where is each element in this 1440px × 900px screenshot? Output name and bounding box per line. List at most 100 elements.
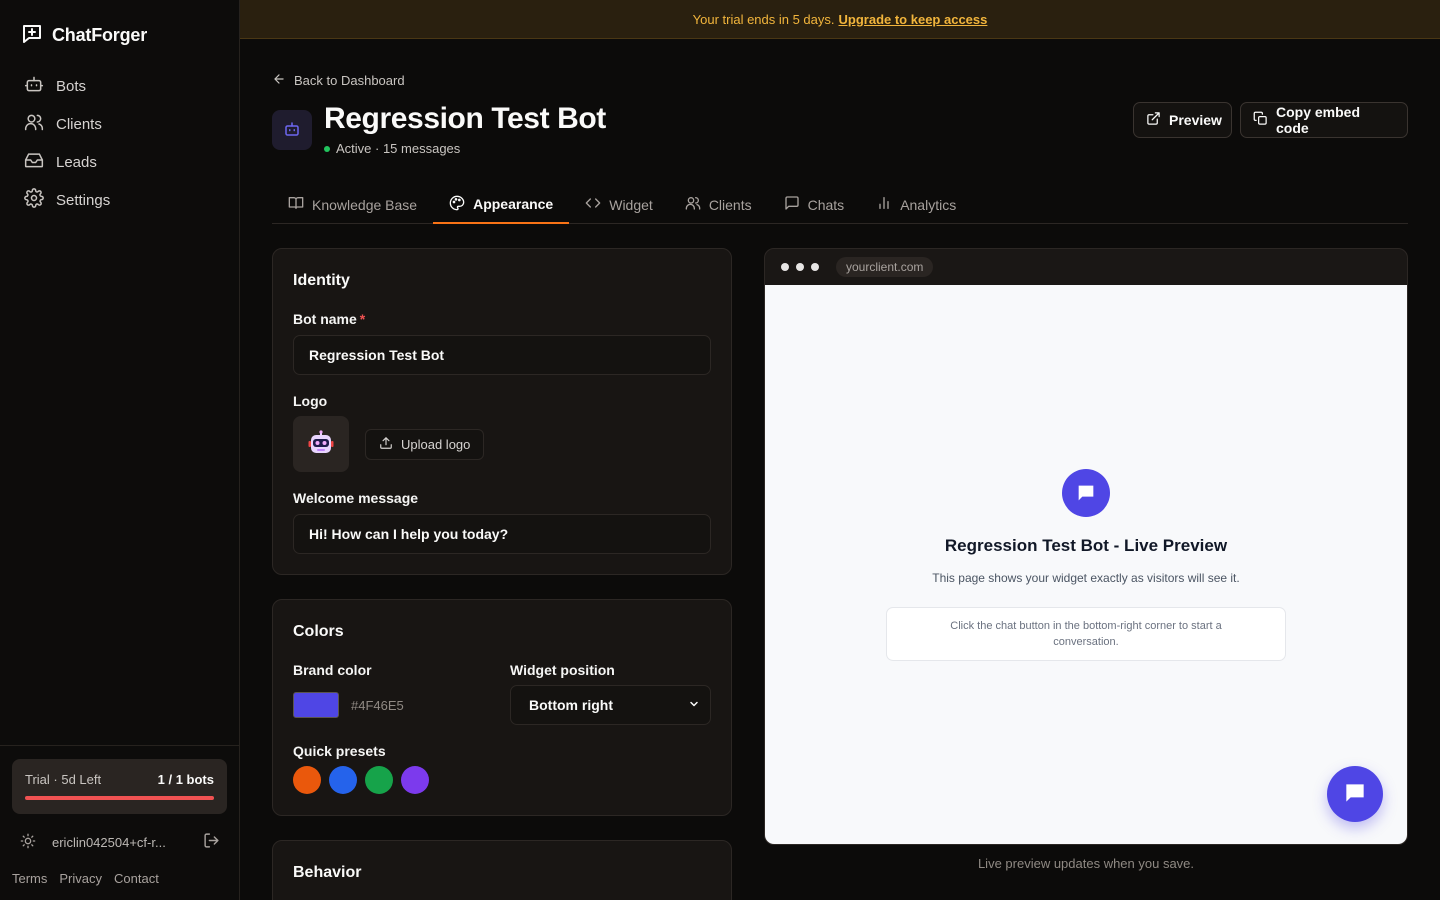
sidebar-item-settings[interactable]: Settings (12, 182, 228, 218)
trial-card[interactable]: Trial · 5d Left 1 / 1 bots (12, 759, 227, 814)
behavior-title: Behavior (293, 864, 362, 881)
user-row: ericlin042504+cf-r... (20, 832, 220, 852)
contact-link[interactable]: Contact (114, 871, 159, 886)
sidebar-item-label: Bots (56, 77, 87, 95)
bot-avatar (272, 110, 312, 150)
sidebar-item-bots[interactable]: Bots (12, 68, 228, 104)
url-pill: yourclient.com (836, 257, 934, 277)
bot-icon (283, 120, 301, 141)
behavior-card: Behavior (272, 840, 732, 900)
window-dot (796, 263, 804, 271)
colors-title: Colors (293, 623, 344, 640)
tab-chats[interactable]: Chats (768, 186, 861, 223)
bar-chart-icon (876, 195, 892, 214)
robot-avatar-icon (308, 429, 334, 459)
preset-blue[interactable] (329, 766, 357, 794)
page-title: Regression Test Bot (324, 102, 606, 135)
chat-launcher-button[interactable] (1327, 766, 1383, 822)
widget-position-value: Bottom right (529, 697, 613, 713)
tab-label: Knowledge Base (312, 196, 418, 213)
chevron-down-icon (688, 697, 700, 713)
required-mark: * (359, 311, 366, 327)
palette-icon (449, 195, 465, 214)
code-icon (585, 195, 601, 214)
bot-name-input[interactable]: Regression Test Bot (293, 335, 711, 375)
preview-button[interactable]: Preview (1133, 102, 1232, 138)
sidebar-item-clients[interactable]: Clients (12, 106, 228, 142)
sun-icon[interactable] (20, 833, 36, 852)
sidebar-item-leads[interactable]: Leads (12, 144, 228, 180)
sidebar-divider (0, 745, 240, 746)
terms-link[interactable]: Terms (12, 871, 47, 886)
bot-icon (24, 74, 44, 98)
tab-label: Clients (708, 196, 752, 213)
message-icon (784, 195, 800, 214)
user-email: ericlin042504+cf-r... (52, 834, 166, 850)
tab-label: Chats (807, 196, 845, 213)
sidebar-nav: Bots Clients Leads Settings (12, 68, 228, 220)
brand-color-hex[interactable]: #4F46E5 (351, 698, 404, 713)
tab-appearance[interactable]: Appearance (433, 186, 570, 224)
status-dot (324, 145, 330, 152)
upgrade-link[interactable]: Upgrade to keep access (839, 12, 988, 27)
identity-card: Identity Bot name * Regression Test Bot L… (272, 248, 732, 575)
tab-widget[interactable]: Widget (569, 186, 669, 223)
preview-caption: Live preview updates when you save. (977, 856, 1195, 871)
sidebar-item-label: Leads (56, 153, 97, 171)
preview-subtitle: This page shows your widget exactly as v… (932, 571, 1240, 585)
chat-bubble-icon (1342, 780, 1368, 809)
arrow-left-icon (272, 72, 286, 89)
preset-purple[interactable] (401, 766, 429, 794)
tab-bar: Knowledge Base Appearance Widget Clients… (272, 186, 1408, 224)
quick-presets-label: Quick presets (293, 743, 386, 759)
privacy-link[interactable]: Privacy (59, 871, 102, 886)
book-icon (288, 195, 304, 214)
users-icon (24, 112, 44, 136)
users-icon (685, 195, 701, 214)
preview-note: Click the chat button in the bottom-righ… (886, 607, 1286, 661)
copy-icon (1253, 111, 1268, 129)
tab-label: Widget (609, 196, 653, 213)
welcome-label: Welcome message (293, 490, 419, 506)
widget-position-select[interactable]: Bottom right (510, 685, 711, 725)
back-link[interactable]: Back to Dashboard (272, 72, 405, 89)
logo-label: Logo (293, 393, 328, 409)
preview-canvas: Regression Test Bot - Live Preview This … (765, 285, 1407, 844)
footer-links: Terms Privacy Contact (12, 871, 159, 886)
welcome-message-input[interactable]: Hi! How can I help you today? (293, 514, 711, 554)
preset-green[interactable] (365, 766, 393, 794)
chat-icon (1062, 469, 1110, 517)
logo-icon (20, 22, 44, 49)
identity-title: Identity (293, 272, 350, 289)
colors-card: Colors Brand color #4F46E5 Widget positi… (272, 599, 732, 816)
tab-clients[interactable]: Clients (669, 186, 768, 223)
bot-status: Active · 15 messages (324, 141, 460, 156)
external-link-icon (1146, 111, 1161, 129)
brand-color-field: #4F46E5 (293, 687, 404, 723)
window-dot (781, 263, 789, 271)
inbox-icon (24, 150, 44, 174)
sidebar-item-label: Clients (56, 115, 102, 133)
brand-color-swatch[interactable] (293, 692, 339, 718)
sidebar-item-label: Settings (56, 191, 111, 209)
tab-analytics[interactable]: Analytics (860, 186, 972, 223)
live-preview-frame: yourclient.com Regression Test Bot - Liv… (764, 248, 1408, 845)
brand-color-label: Brand color (293, 662, 372, 678)
upload-logo-button[interactable]: Upload logo (365, 429, 485, 460)
sidebar: ChatForger Bots Clients Leads Settings T… (0, 0, 240, 900)
logout-icon[interactable] (203, 832, 220, 852)
copy-embed-label: Copy embed code (1276, 104, 1361, 136)
brand-name: ChatForger (52, 25, 148, 45)
preview-button-label: Preview (1169, 112, 1222, 128)
bot-name-label: Bot name * (293, 311, 365, 327)
usage-progress-bar (25, 796, 214, 800)
upload-icon (379, 436, 393, 453)
main-content: Back to Dashboard Regression Test Bot Ac… (240, 39, 1440, 900)
brand[interactable]: ChatForger (20, 22, 147, 49)
tab-knowledge-base[interactable]: Knowledge Base (272, 186, 433, 223)
logo-preview (293, 416, 349, 472)
gear-icon (24, 188, 44, 212)
preview-title: Regression Test Bot - Live Preview (944, 536, 1228, 555)
preset-orange[interactable] (293, 766, 321, 794)
copy-embed-button[interactable]: Copy embed code (1240, 102, 1408, 138)
